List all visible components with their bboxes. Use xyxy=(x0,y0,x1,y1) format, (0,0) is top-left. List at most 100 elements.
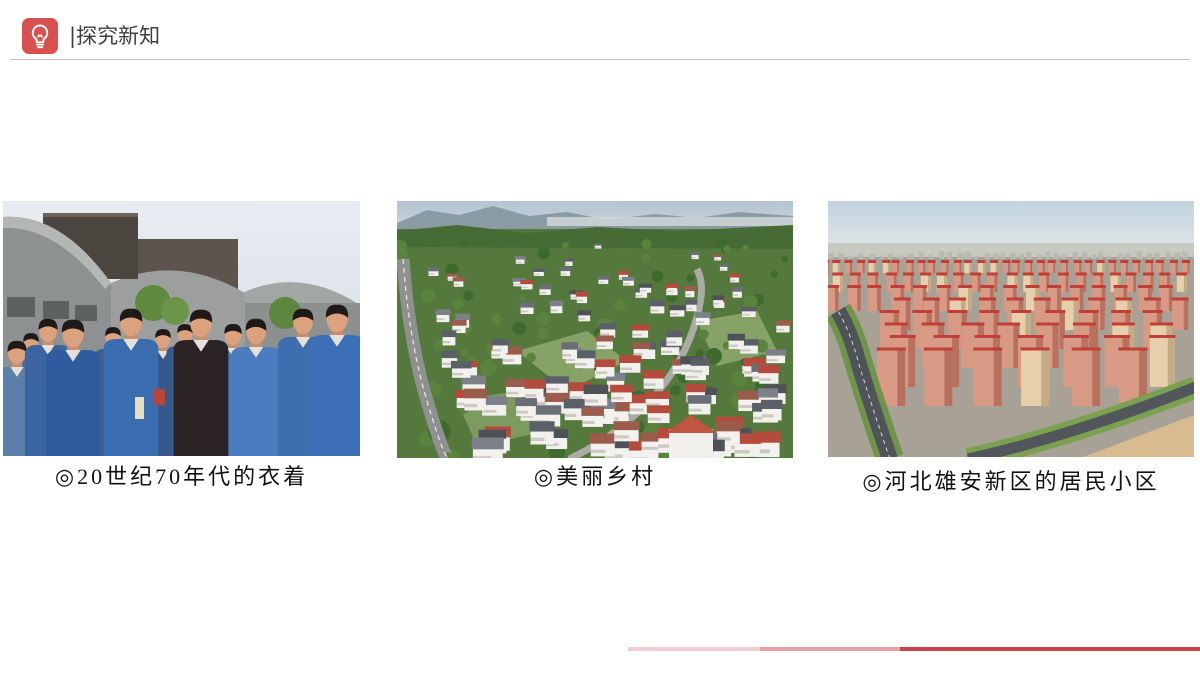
apartment-building xyxy=(1120,260,1129,273)
building-roof xyxy=(1060,260,1069,263)
house xyxy=(621,276,635,286)
distant-building xyxy=(897,255,904,259)
house-roof xyxy=(632,342,651,350)
apartment-building xyxy=(1145,260,1154,273)
distant-building xyxy=(1000,252,1005,259)
house-shadow xyxy=(472,456,491,458)
building-side xyxy=(952,337,960,387)
house-shadow xyxy=(570,296,578,299)
house-shadow xyxy=(632,333,642,336)
building-side xyxy=(1065,274,1069,292)
distant-building xyxy=(956,253,964,259)
house-roof xyxy=(427,267,440,272)
tree xyxy=(614,298,626,311)
house-shadow xyxy=(719,268,725,270)
building-side xyxy=(1065,262,1068,273)
house-shadow xyxy=(740,349,751,352)
building-roof xyxy=(1047,260,1056,263)
house-shadow xyxy=(633,352,643,356)
house-roof xyxy=(712,295,725,301)
house xyxy=(669,305,686,317)
building-roof xyxy=(1062,335,1089,338)
house xyxy=(687,395,712,415)
house-shadow xyxy=(565,358,576,362)
house-roof xyxy=(617,270,629,275)
house-shadow xyxy=(643,383,656,387)
house-roof xyxy=(727,333,745,341)
distant-building xyxy=(838,253,845,259)
house-roof xyxy=(631,324,650,331)
house-roof xyxy=(757,388,779,398)
house-wall xyxy=(669,429,713,458)
house-shadow xyxy=(453,283,460,286)
distant-building xyxy=(828,253,834,259)
house-shadow xyxy=(546,387,560,391)
house-roof xyxy=(610,384,633,393)
footer-accent-bar xyxy=(628,647,1200,651)
apartment-building xyxy=(953,260,962,273)
building-side xyxy=(877,287,881,311)
house-shadow xyxy=(759,378,771,381)
house xyxy=(573,350,596,369)
house xyxy=(610,384,633,403)
tree xyxy=(463,290,474,301)
distant-building xyxy=(857,253,864,259)
building-side xyxy=(1042,262,1045,273)
photo-caption: ◎河北雄安新区的居民小区 xyxy=(862,469,1160,494)
house-roof xyxy=(463,388,487,399)
building-roof xyxy=(1038,272,1050,276)
building-side xyxy=(1092,349,1101,406)
building-side xyxy=(1113,262,1116,273)
distant-building xyxy=(984,253,991,259)
house-shadow xyxy=(596,371,608,375)
tree xyxy=(723,245,731,253)
apartment-building xyxy=(1073,260,1082,273)
uniform xyxy=(45,350,101,456)
group-of-people xyxy=(3,304,360,456)
house xyxy=(581,407,604,427)
house xyxy=(427,267,440,276)
tree xyxy=(461,349,469,357)
uniform xyxy=(103,339,159,456)
building-roof xyxy=(1047,285,1062,288)
distant-town xyxy=(547,217,793,226)
building-side xyxy=(828,262,829,273)
house-roof xyxy=(583,384,609,395)
house-roof xyxy=(685,299,698,305)
house-roof xyxy=(533,405,562,415)
house-shadow xyxy=(734,449,750,454)
building-roof xyxy=(902,272,914,276)
house-shadow xyxy=(688,408,702,412)
house-shadow xyxy=(521,286,529,289)
house-roof xyxy=(519,302,535,308)
building-roof xyxy=(868,260,877,263)
house-shadow xyxy=(614,435,629,439)
house-roof xyxy=(729,273,741,278)
building-roof xyxy=(884,322,908,326)
house-roof xyxy=(619,355,642,364)
house xyxy=(532,268,545,276)
house-roof xyxy=(644,391,670,399)
house-roof xyxy=(505,378,528,387)
apartment-building xyxy=(868,260,877,273)
tree xyxy=(535,311,551,327)
building-side xyxy=(910,274,914,292)
building-roof xyxy=(1037,260,1046,263)
building-roof xyxy=(889,335,916,338)
building-roof xyxy=(1150,322,1174,326)
building-roof xyxy=(913,285,928,288)
house xyxy=(729,273,741,283)
photo-caption: ◎美丽乡村 xyxy=(533,464,657,489)
house-shadow xyxy=(502,359,514,362)
building-roof xyxy=(1057,272,1069,276)
building-roof xyxy=(1111,322,1135,326)
building-side xyxy=(1183,274,1187,292)
house-shadow xyxy=(550,309,558,312)
house xyxy=(684,286,696,298)
house-shadow xyxy=(515,261,522,263)
building-side xyxy=(1161,262,1164,273)
distant-building xyxy=(907,253,915,259)
house-shadow xyxy=(728,344,738,347)
tree xyxy=(537,246,550,260)
building-roof xyxy=(1111,310,1132,313)
